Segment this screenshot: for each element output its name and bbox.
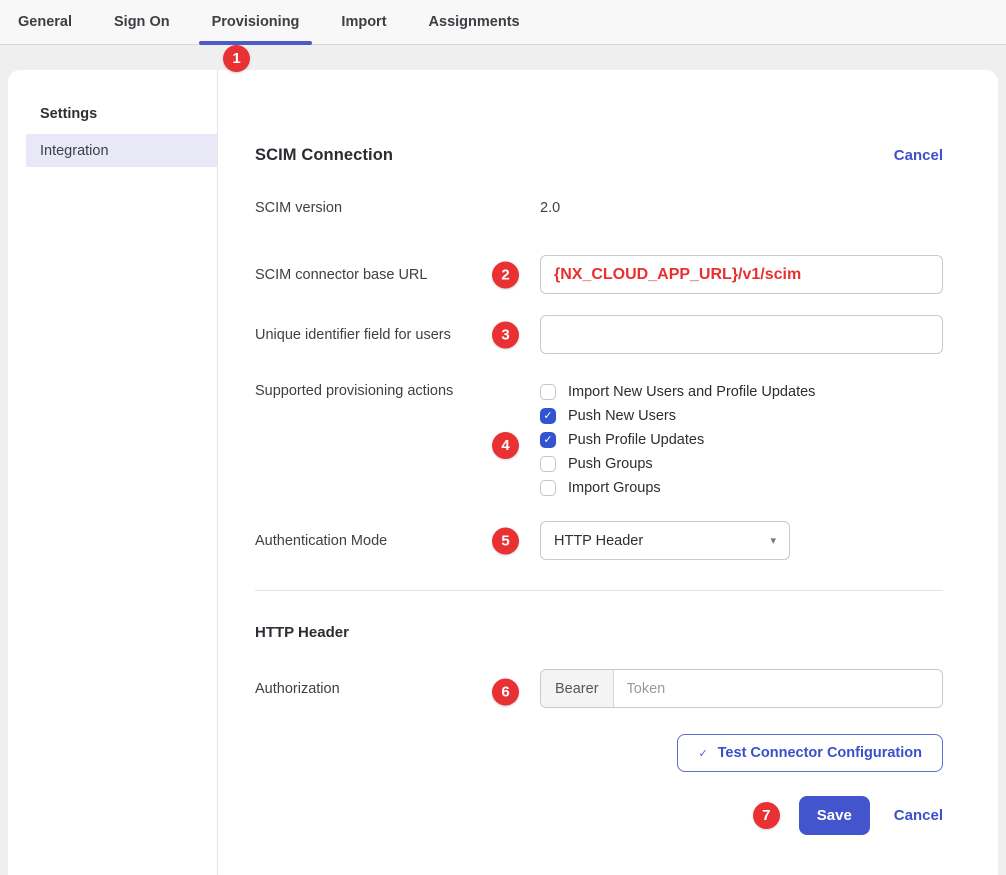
tab-sign-on[interactable]: Sign On: [112, 0, 172, 44]
annotation-badge-5: 5: [492, 527, 519, 554]
app-tab-bar: General Sign On Provisioning Import Assi…: [0, 0, 1006, 45]
scim-connection-form: SCIM Connection Cancel SCIM version 2.0 …: [218, 70, 998, 875]
checkbox-label: Import New Users and Profile Updates: [568, 384, 815, 400]
checkbox-push-new-users[interactable]: ✓ Push New Users: [540, 408, 943, 424]
annotation-badge-7: 7: [753, 802, 780, 829]
provisioning-actions-row: Supported provisioning actions 4 ✓ Impor…: [255, 382, 943, 496]
tab-general[interactable]: General: [16, 0, 74, 44]
checkbox-label: Import Groups: [568, 480, 661, 496]
tab-provisioning[interactable]: Provisioning: [210, 0, 302, 44]
base-url-row: SCIM connector base URL 2: [255, 255, 943, 294]
checkbox-label: Push Profile Updates: [568, 432, 704, 448]
page-title: SCIM Connection: [255, 146, 393, 165]
bearer-prefix: Bearer: [541, 670, 614, 707]
tab-assignments[interactable]: Assignments: [427, 0, 522, 44]
annotation-badge-2: 2: [492, 261, 519, 288]
authorization-row: Authorization 6 Bearer: [255, 669, 943, 708]
http-header-section-heading: HTTP Header: [255, 624, 943, 641]
base-url-input[interactable]: [540, 255, 943, 294]
annotation-badge-6: 6: [492, 679, 519, 706]
checkbox-push-groups[interactable]: ✓ Push Groups: [540, 456, 943, 472]
check-icon: ✓: [543, 435, 552, 446]
auth-mode-select[interactable]: HTTP Header ▾: [540, 521, 790, 560]
authorization-input-group: Bearer: [540, 669, 943, 708]
annotation-badge-1: 1: [223, 45, 250, 72]
save-row: 7 Save Cancel: [255, 796, 943, 835]
checkbox-box: ✓: [540, 480, 556, 496]
scim-version-label: SCIM version: [255, 200, 540, 216]
checkbox-box: ✓: [540, 456, 556, 472]
cancel-link-top[interactable]: Cancel: [894, 147, 943, 164]
checkbox-box: ✓: [540, 408, 556, 424]
checkbox-import-new-users-profile-updates[interactable]: ✓ Import New Users and Profile Updates: [540, 384, 943, 400]
settings-sidebar: Settings Integration: [8, 70, 218, 875]
save-button[interactable]: Save: [799, 796, 870, 835]
test-connector-row: ✓ Test Connector Configuration: [255, 734, 943, 772]
tab-import[interactable]: Import: [339, 0, 388, 44]
sidebar-item-integration[interactable]: Integration: [26, 134, 217, 167]
unique-identifier-input[interactable]: [540, 315, 943, 354]
cancel-link-bottom[interactable]: Cancel: [894, 807, 943, 824]
panel-header: SCIM Connection Cancel: [255, 146, 943, 165]
checkbox-label: Push New Users: [568, 408, 676, 424]
annotation-badge-4: 4: [492, 432, 519, 459]
check-icon: ✓: [543, 411, 552, 422]
checkbox-box: ✓: [540, 384, 556, 400]
chevron-down-icon: ▾: [770, 534, 776, 547]
token-input[interactable]: [614, 670, 942, 707]
annotation-badge-3: 3: [492, 321, 519, 348]
test-connector-button[interactable]: ✓ Test Connector Configuration: [677, 734, 943, 772]
unique-identifier-row: Unique identifier field for users 3: [255, 315, 943, 354]
auth-mode-row: Authentication Mode 5 HTTP Header ▾: [255, 521, 943, 560]
checkbox-import-groups[interactable]: ✓ Import Groups: [540, 480, 943, 496]
auth-mode-selected-value: HTTP Header: [554, 533, 643, 549]
provisioning-actions-group: ✓ Import New Users and Profile Updates ✓…: [540, 382, 943, 496]
scim-version-row: SCIM version 2.0: [255, 199, 943, 217]
scim-version-value: 2.0: [540, 200, 560, 216]
sidebar-heading: Settings: [8, 106, 217, 134]
checkbox-push-profile-updates[interactable]: ✓ Push Profile Updates: [540, 432, 943, 448]
test-connector-button-label: Test Connector Configuration: [718, 745, 922, 761]
provisioning-panel: Settings Integration SCIM Connection Can…: [8, 70, 998, 875]
provisioning-actions-label: Supported provisioning actions: [255, 382, 540, 399]
check-icon: ✓: [698, 747, 707, 760]
checkbox-box: ✓: [540, 432, 556, 448]
section-divider: [255, 590, 943, 591]
checkbox-label: Push Groups: [568, 456, 653, 472]
